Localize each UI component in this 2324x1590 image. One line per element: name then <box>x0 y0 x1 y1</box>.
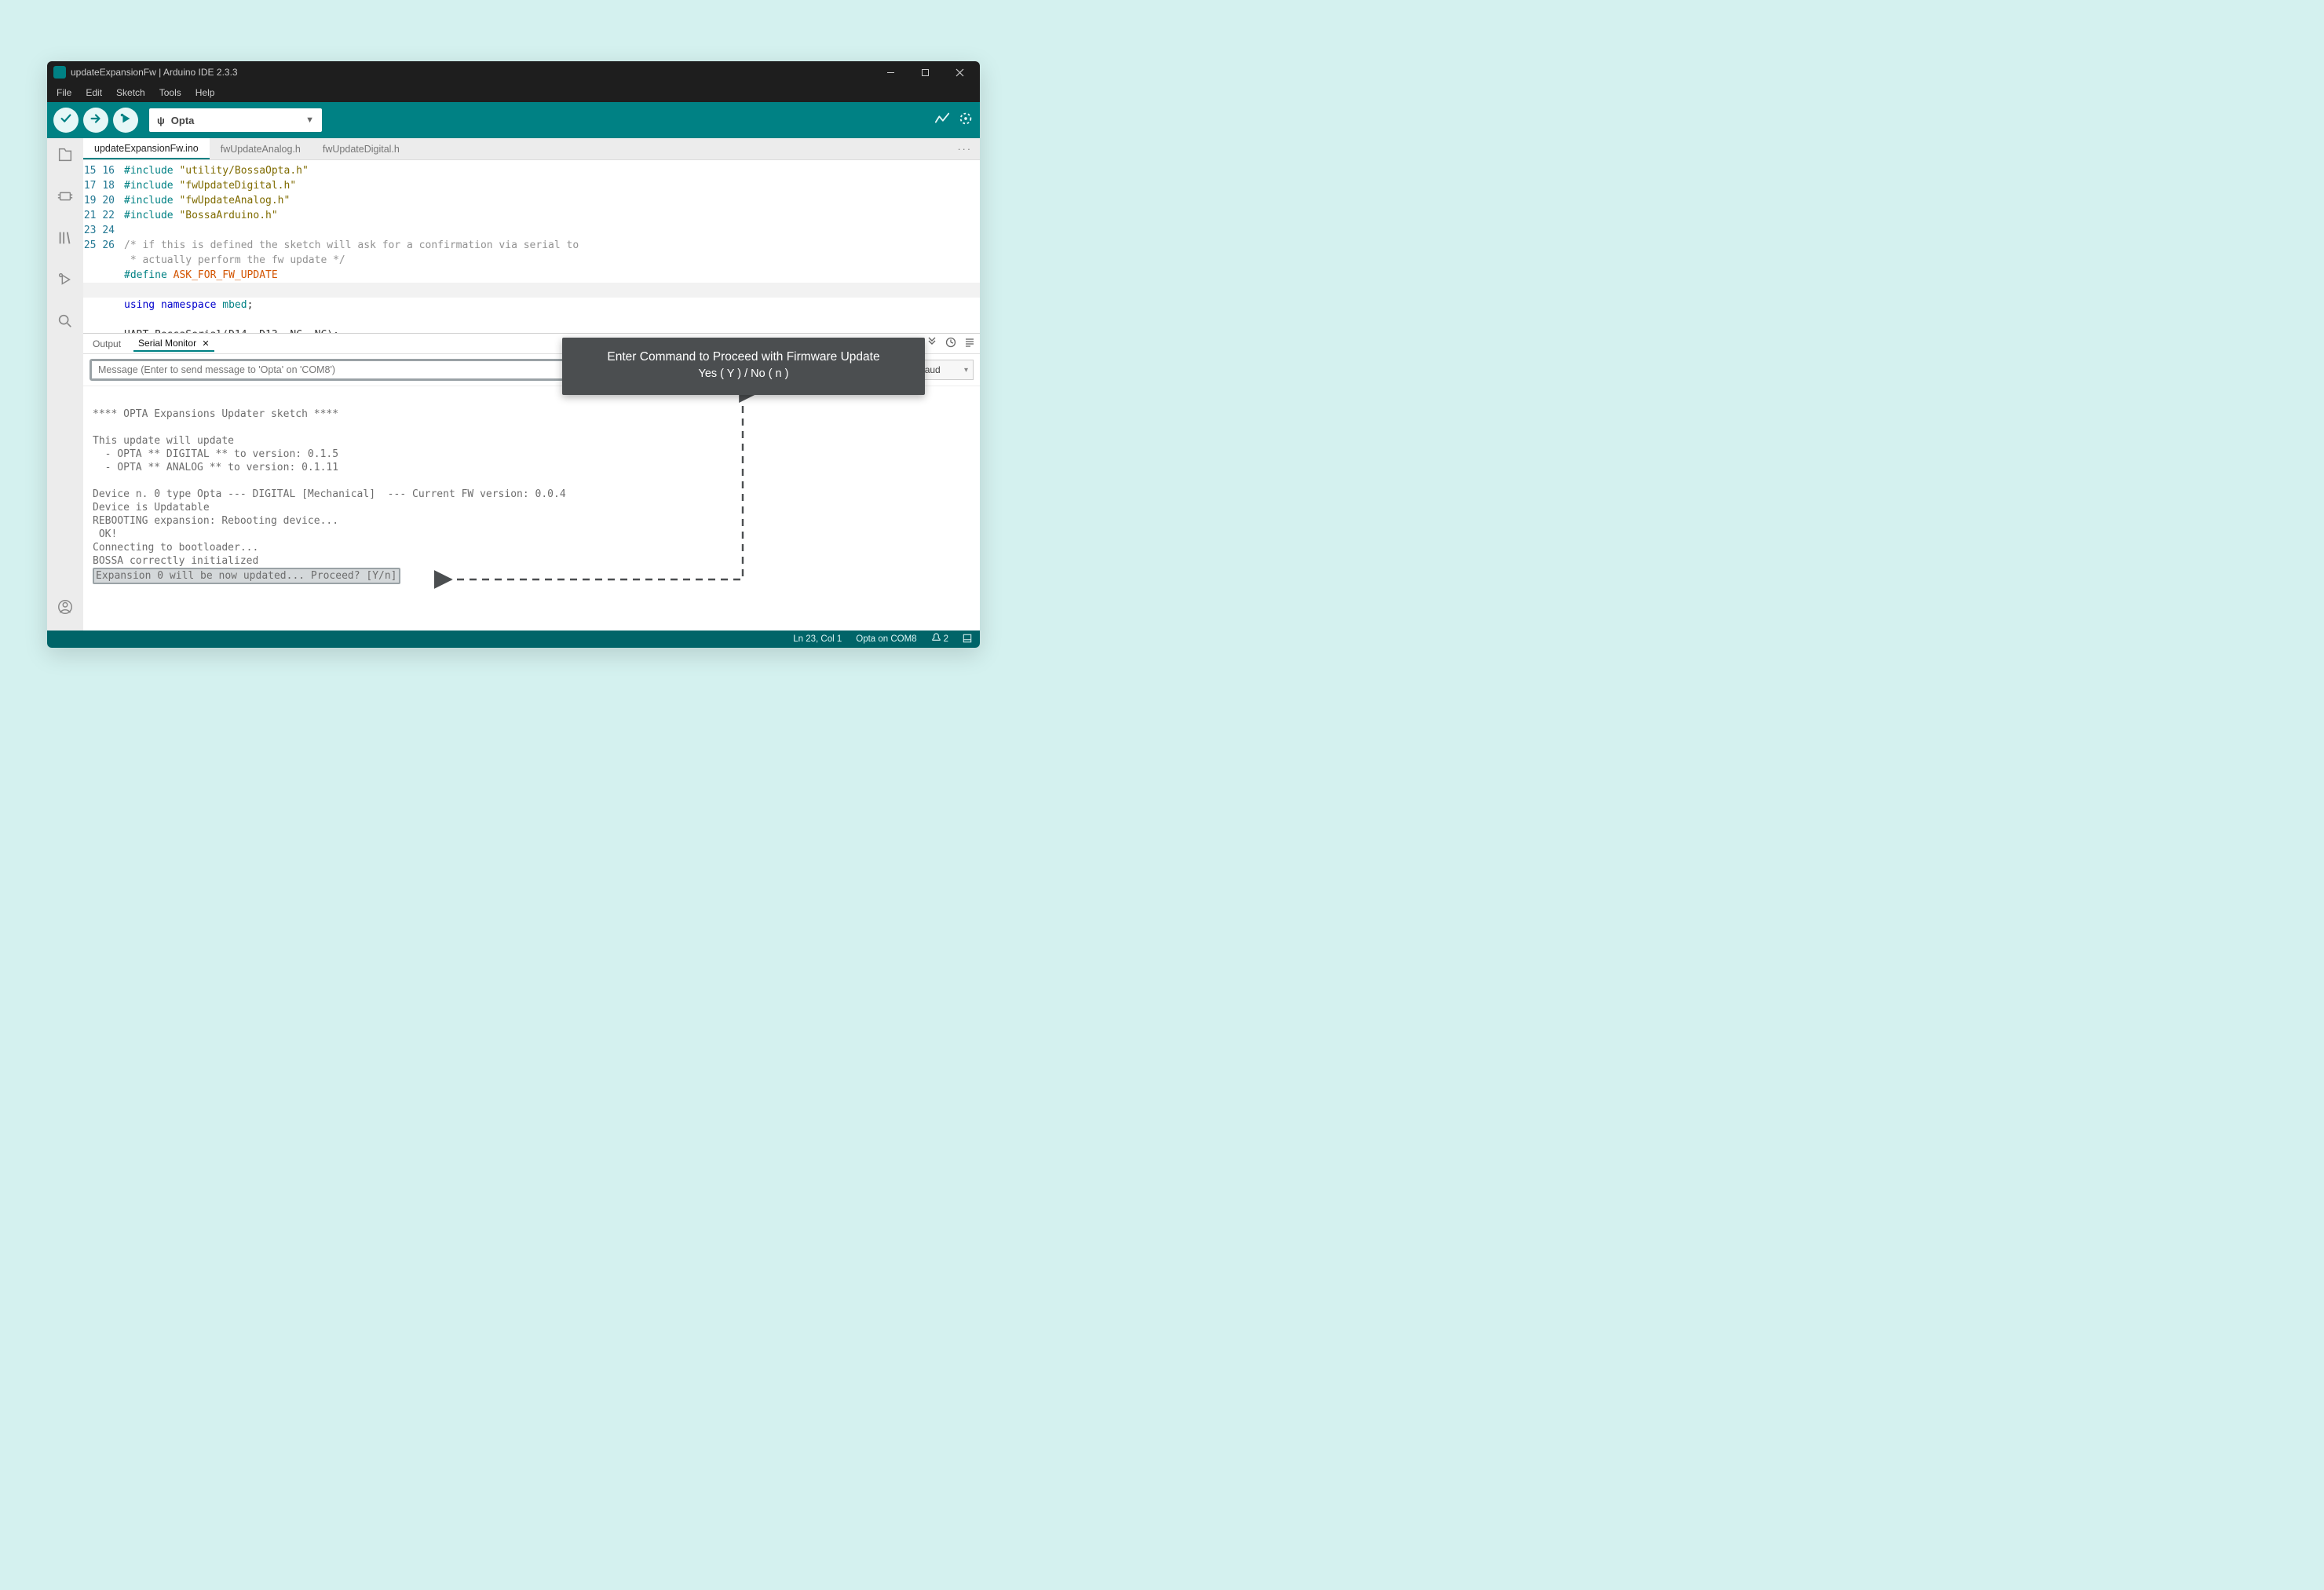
arrow-right-icon <box>89 111 103 130</box>
callout-line-2: Yes ( Y ) / No ( n ) <box>576 366 911 382</box>
account-icon[interactable] <box>57 598 74 620</box>
serial-monitor-tab[interactable]: Serial Monitor ✕ <box>133 336 214 352</box>
code-editor[interactable]: 15 16 17 18 19 20 21 22 23 24 25 26 #inc… <box>83 160 980 333</box>
menu-edit[interactable]: Edit <box>79 86 108 100</box>
editor-tab[interactable]: updateExpansionFw.ino <box>83 138 210 159</box>
serial-prompt-line: Expansion 0 will be now updated... Proce… <box>93 568 400 584</box>
editor-tab[interactable]: fwUpdateAnalog.h <box>210 138 312 159</box>
chevron-down-icon: ▼ <box>305 115 314 125</box>
menu-help[interactable]: Help <box>189 86 221 100</box>
usb-icon: ψ <box>157 115 165 126</box>
board-selector[interactable]: ψ Opta ▼ <box>149 108 322 132</box>
cursor-position[interactable]: Ln 23, Col 1 <box>793 634 842 644</box>
callout-line-1: Enter Command to Proceed with Firmware U… <box>576 349 911 366</box>
serial-monitor-button[interactable] <box>958 111 974 130</box>
toggle-timestamp-icon[interactable] <box>945 337 956 350</box>
check-icon <box>59 111 73 130</box>
menu-tools[interactable]: Tools <box>153 86 188 100</box>
debug-icon[interactable] <box>57 271 74 292</box>
notifications-button[interactable]: 2 <box>931 633 948 645</box>
serial-plotter-button[interactable] <box>934 111 950 130</box>
maximize-button[interactable] <box>908 61 942 83</box>
upload-button[interactable] <box>83 108 108 133</box>
board-port-status[interactable]: Opta on COM8 <box>856 634 916 644</box>
activity-bar <box>47 138 83 631</box>
close-panel-icon[interactable] <box>963 634 972 645</box>
window-controls <box>873 61 977 83</box>
menu-sketch[interactable]: Sketch <box>110 86 152 100</box>
editor-tab[interactable]: fwUpdateDigital.h <box>312 138 411 159</box>
window-titlebar: updateExpansionFw | Arduino IDE 2.3.3 <box>47 61 980 83</box>
code-content: #include "utility/BossaOpta.h" #include … <box>124 160 980 333</box>
collapse-panel-icon[interactable] <box>926 337 937 350</box>
window-title: updateExpansionFw | Arduino IDE 2.3.3 <box>71 67 873 78</box>
menu-file[interactable]: File <box>50 86 78 100</box>
serial-monitor-tab-label: Serial Monitor <box>138 338 196 349</box>
instruction-callout: Enter Command to Proceed with Firmware U… <box>562 338 925 395</box>
app-icon <box>53 66 66 79</box>
tab-overflow-button[interactable]: ··· <box>950 144 981 155</box>
debug-button[interactable] <box>113 108 138 133</box>
boards-manager-icon[interactable] <box>57 188 74 209</box>
minimize-button[interactable] <box>873 61 908 83</box>
menubar: File Edit Sketch Tools Help <box>47 83 980 102</box>
toolbar: ψ Opta ▼ <box>47 102 980 138</box>
line-number-gutter: 15 16 17 18 19 20 21 22 23 24 25 26 <box>83 160 124 333</box>
serial-output[interactable]: **** OPTA Expansions Updater sketch ****… <box>83 386 980 631</box>
debug-play-icon <box>119 111 133 130</box>
search-icon[interactable] <box>57 313 74 334</box>
statusbar: Ln 23, Col 1 Opta on COM8 2 <box>47 631 980 648</box>
bell-icon <box>931 633 941 645</box>
board-name: Opta <box>171 115 195 126</box>
close-button[interactable] <box>942 61 977 83</box>
toggle-autoscroll-icon[interactable] <box>964 337 975 350</box>
notification-count: 2 <box>944 634 948 644</box>
verify-button[interactable] <box>53 108 79 133</box>
sketchbook-icon[interactable] <box>57 146 74 167</box>
arduino-ide-window: updateExpansionFw | Arduino IDE 2.3.3 Fi… <box>47 61 980 648</box>
editor-tabs: updateExpansionFw.ino fwUpdateAnalog.h f… <box>83 138 980 160</box>
close-icon[interactable]: ✕ <box>202 339 209 349</box>
output-tab[interactable]: Output <box>88 337 126 351</box>
library-manager-icon[interactable] <box>57 229 74 250</box>
